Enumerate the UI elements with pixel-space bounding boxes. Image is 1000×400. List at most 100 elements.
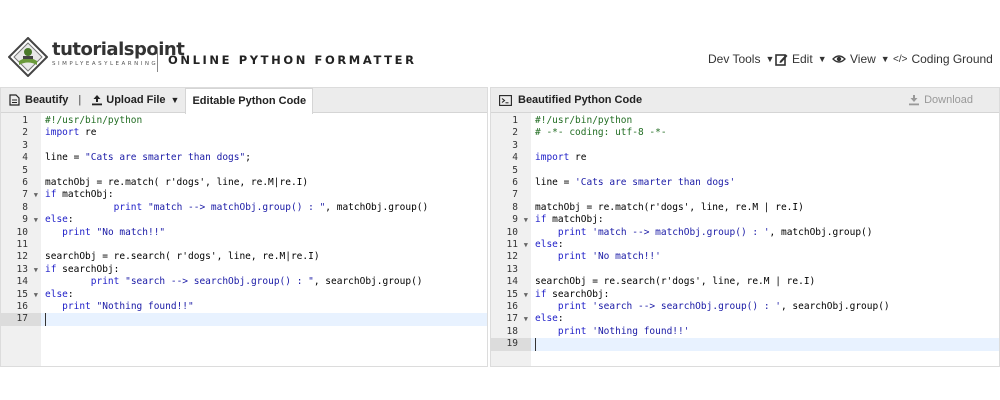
panel-title: Beautified Python Code xyxy=(499,94,642,106)
line-number: 9 ▼ xyxy=(491,214,531,226)
line-number: 17 ▼ xyxy=(491,313,531,325)
line-number-text: 9 xyxy=(22,214,28,226)
code-token: 'match --> matchObj.group() : ' xyxy=(592,226,770,238)
document-icon xyxy=(9,94,20,106)
fold-arrow-icon[interactable]: ▼ xyxy=(524,214,528,226)
page-title: ONLINE PYTHON FORMATTER xyxy=(168,53,417,67)
code-line: import re xyxy=(535,152,999,164)
line-number-text: 14 xyxy=(16,276,28,288)
code-line xyxy=(535,338,999,351)
line-number-text: 13 xyxy=(506,263,518,275)
line-number: 8 xyxy=(491,202,531,214)
code-token: if xyxy=(45,263,57,275)
code-line: else: xyxy=(535,239,999,251)
line-number-text: 3 xyxy=(22,139,28,151)
caret-down-icon: ▼ xyxy=(817,54,827,64)
dev-tools-menu[interactable]: Dev Tools ▼ xyxy=(708,52,774,66)
line-number: 9 ▼ xyxy=(1,214,41,226)
code-token: matchObj: xyxy=(546,214,604,226)
fold-arrow-icon[interactable]: ▼ xyxy=(524,289,528,301)
terminal-icon xyxy=(499,94,512,106)
edit-menu[interactable]: Edit ▼ xyxy=(775,52,827,66)
download-icon xyxy=(909,95,920,106)
toolbar-separator: | xyxy=(78,94,82,106)
line-number-text: 11 xyxy=(16,239,28,250)
code-token: , searchObj.group() xyxy=(313,276,423,288)
code-line: if matchObj: xyxy=(535,214,999,226)
line-number-text: 5 xyxy=(512,164,518,176)
download-button[interactable]: Download xyxy=(908,94,973,106)
fold-arrow-icon[interactable]: ▼ xyxy=(34,264,38,276)
line-number: 6 xyxy=(491,177,531,189)
line-number-text: 4 xyxy=(512,152,518,164)
line-number: 14 xyxy=(1,276,41,288)
code-token: print xyxy=(90,276,120,288)
line-number: 7 xyxy=(491,189,531,201)
code-icon: </> xyxy=(893,53,908,65)
code-token: print xyxy=(62,226,91,238)
code-editor[interactable]: 1 2 3 4 5 6 7 ▼ 8 9 ▼ 10 11 12 13 ▼ 14 15 ▼ 16 17 #!/usr/bin… xyxy=(1,113,487,366)
line-number-text: 17 xyxy=(506,313,518,325)
code-token: print xyxy=(557,226,587,238)
line-number: 12 xyxy=(1,251,41,263)
upload-file-button[interactable]: Upload File ▼ xyxy=(91,94,179,106)
coding-ground-link[interactable]: </> Coding Ground xyxy=(893,52,993,66)
code-token: : xyxy=(67,214,74,226)
code-token: line = xyxy=(45,152,86,164)
code-line: # -*- coding: utf-8 -*- xyxy=(535,127,999,139)
line-number-text: 16 xyxy=(16,301,28,312)
line-number-text: 7 xyxy=(512,189,518,201)
code-token: #!/usr/bin/python xyxy=(45,115,143,126)
code-token: if xyxy=(535,288,547,300)
code-line: searchObj = re.search( r'dogs', line, re… xyxy=(45,251,487,263)
code-token: else xyxy=(45,214,68,226)
brand-tagline: SIMPLYEASYLEARNING xyxy=(52,61,159,67)
fold-arrow-icon[interactable]: ▼ xyxy=(524,239,528,251)
code-token: line = xyxy=(535,177,576,188)
fold-arrow-icon[interactable]: ▼ xyxy=(34,189,38,201)
code-token: print xyxy=(62,301,91,312)
fold-arrow-icon[interactable]: ▼ xyxy=(34,289,38,301)
line-number: 8 xyxy=(1,202,41,214)
line-number-text: 3 xyxy=(512,139,518,151)
code-line xyxy=(45,313,487,326)
beautify-button[interactable]: Beautify xyxy=(9,94,68,106)
code-token: else xyxy=(535,239,558,250)
line-number: 16 xyxy=(491,301,531,313)
line-number: 15 ▼ xyxy=(491,289,531,301)
tutorialspoint-logo-icon[interactable] xyxy=(8,37,48,77)
code-token: import xyxy=(535,152,570,164)
line-number-text: 5 xyxy=(22,164,28,176)
code-token: : xyxy=(557,313,564,325)
view-menu[interactable]: View ▼ xyxy=(832,52,890,66)
tab-editable-python-code[interactable]: Editable Python Code xyxy=(185,87,314,114)
code-token: ; xyxy=(245,152,251,164)
beautified-code-viewer[interactable]: 1 2 3 4 5 6 7 8 9 ▼ 10 11 ▼ 12 13 14 15 ▼ 16 17 ▼ 18 19 #!/usr… xyxy=(491,113,999,366)
line-number-text: 14 xyxy=(506,276,518,288)
line-number: 4 xyxy=(491,152,531,164)
line-number: 13 xyxy=(491,264,531,276)
coding-ground-label: Coding Ground xyxy=(911,52,993,66)
code-token: print xyxy=(557,325,587,337)
code-line: line = 'Cats are smarter than dogs' xyxy=(535,177,999,189)
panel-title-label: Beautified Python Code xyxy=(518,94,643,106)
fold-arrow-icon[interactable]: ▼ xyxy=(524,313,528,325)
code-token: , matchObj.group() xyxy=(325,201,429,213)
line-number: 1 xyxy=(1,115,41,127)
code-line: print "Nothing found!!" xyxy=(45,301,487,313)
line-number-text: 4 xyxy=(22,152,28,164)
beautify-label: Beautify xyxy=(25,94,69,106)
fold-arrow-icon[interactable]: ▼ xyxy=(34,214,38,226)
line-number: 2 xyxy=(1,127,41,139)
code-token: re xyxy=(79,127,97,139)
upload-label: Upload File xyxy=(106,94,166,106)
code-token: matchObj = re.match(r'dogs', line, re.M … xyxy=(535,201,804,213)
code-token: searchObj: xyxy=(546,288,610,300)
code-token: 'Cats are smarter than dogs' xyxy=(575,177,736,188)
brand[interactable]: tutorialspoint SIMPLYEASYLEARNING xyxy=(52,40,185,68)
